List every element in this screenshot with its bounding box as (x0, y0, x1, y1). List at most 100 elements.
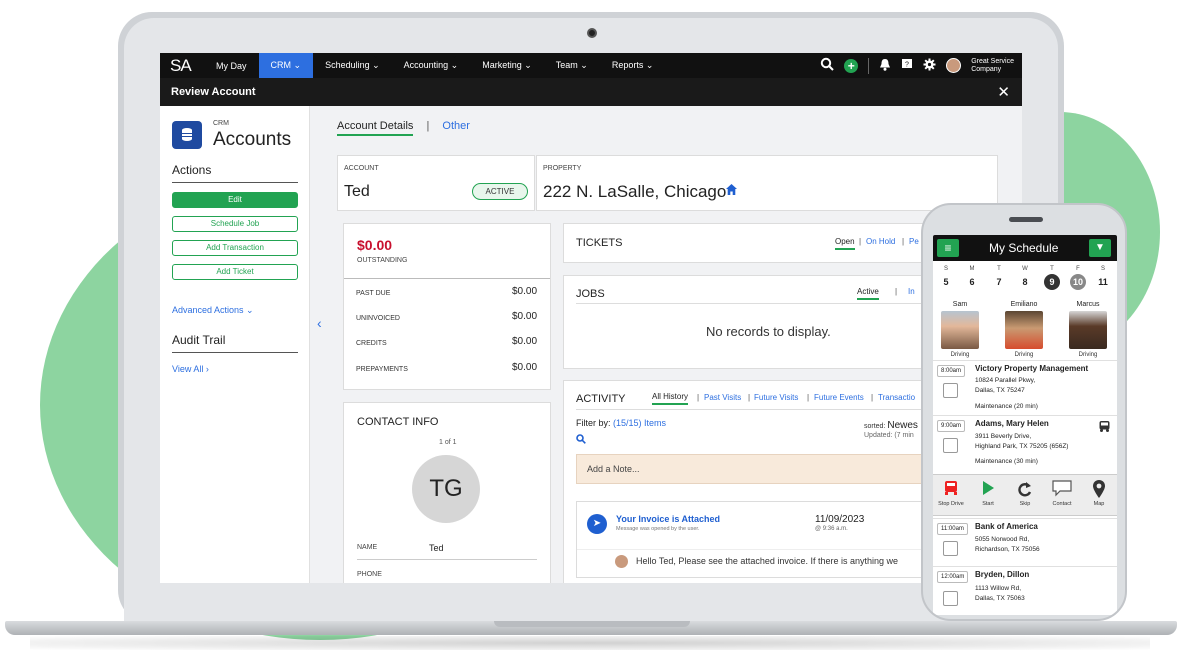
dropdown-icon[interactable]: ▼ (1089, 239, 1111, 257)
appointment-line: 10824 Parallel Pkwy, (975, 377, 1036, 384)
start-button[interactable]: Start (970, 479, 1006, 507)
name-label: NAME (357, 544, 378, 551)
tech-marcus[interactable]: Marcus Driving (1063, 301, 1113, 358)
tech-photo (1005, 311, 1043, 349)
actions-heading: Actions (172, 163, 298, 183)
add-ticket-button[interactable]: Add Ticket (172, 264, 298, 280)
map-button[interactable]: Map (1081, 479, 1117, 507)
prepayments-label: PREPAYMENTS (356, 366, 408, 373)
accounts-heading: Accounts (213, 129, 292, 150)
day-wed[interactable]: W8 (1016, 266, 1034, 290)
add-note-input[interactable]: Add a Note... (576, 454, 926, 484)
status-badge: ACTIVE (472, 183, 528, 200)
advanced-actions-link[interactable]: Advanced Actions ⌄ (172, 305, 254, 316)
appointment-checkbox[interactable] (943, 438, 958, 453)
contact-button[interactable]: Contact (1044, 479, 1080, 507)
nav-marketing[interactable]: Marketing ⌄ (470, 53, 544, 78)
appointment-line: 5055 Norwood Rd, (975, 536, 1030, 543)
tech-name: Sam (952, 301, 968, 308)
edit-button[interactable]: Edit (172, 192, 298, 208)
activity-tab-past-visits[interactable]: Past Visits (704, 393, 741, 402)
appointment-item[interactable]: 8:00am Victory Property Management 10824… (933, 360, 1117, 415)
nav-accounting[interactable]: Accounting ⌄ (392, 53, 471, 78)
day-fri[interactable]: F 10 (1069, 266, 1087, 290)
nav-right-tools: + ? Great Service Company (820, 53, 1014, 78)
tool-label: Skip (1019, 501, 1031, 507)
day-num: 7 (996, 277, 1002, 287)
help-icon[interactable]: ? (901, 58, 913, 73)
activity-tab-transactions[interactable]: Transactio (878, 393, 915, 402)
tool-label: Contact (1052, 501, 1072, 507)
jobs-tab-active[interactable]: Active (857, 287, 879, 300)
day-dow: S (943, 266, 948, 272)
activity-tab-all-history[interactable]: All History (652, 392, 689, 405)
jobs-title: JOBS (576, 288, 605, 300)
appointment-name: Victory Property Management (975, 364, 1089, 373)
filter-value[interactable]: (15/15) Items (613, 418, 666, 428)
day-sat[interactable]: S 11 (1094, 266, 1112, 290)
day-tue[interactable]: T7 (990, 266, 1008, 290)
gear-icon[interactable] (923, 58, 936, 74)
tab-account-details[interactable]: Account Details (337, 120, 414, 136)
appointment-item[interactable]: 9:00am Adams, Mary Helen 3911 Beverly Dr… (933, 415, 1117, 474)
day-dow: S (1100, 266, 1105, 272)
appointment-line: Maintenance (20 min) (975, 403, 1038, 410)
schedule-job-button[interactable]: Schedule Job (172, 216, 298, 232)
nav-my-day[interactable]: My Day (204, 53, 259, 78)
home-icon[interactable] (725, 183, 738, 201)
view-all-link[interactable]: View All › (172, 364, 209, 374)
search-icon[interactable] (820, 57, 834, 74)
account-label: ACCOUNT (344, 165, 379, 172)
search-icon[interactable] (576, 431, 586, 449)
add-icon[interactable]: + (844, 58, 859, 73)
tab-other[interactable]: Other (442, 120, 470, 132)
nav-team[interactable]: Team ⌄ (544, 53, 600, 78)
day-mon[interactable]: M6 (963, 266, 981, 290)
tech-photo (1069, 311, 1107, 349)
company-line-2: Company (971, 65, 1002, 73)
app-screen: SA My Day CRM ⌄ Scheduling ⌄ Accounting … (160, 53, 1022, 583)
day-sun[interactable]: S5 (937, 266, 955, 290)
tech-sam[interactable]: Sam Driving (935, 301, 985, 358)
tool-label: Stop Drive (938, 501, 964, 507)
tickets-tab-on-hold[interactable]: On Hold (866, 237, 895, 246)
review-account-bar: Review Account ✕ (160, 78, 1022, 106)
property-address[interactable]: 222 N. LaSalle, Chicago (543, 182, 726, 202)
menu-icon[interactable]: ≡ (937, 239, 959, 257)
appointment-checkbox[interactable] (943, 541, 958, 556)
close-icon[interactable]: ✕ (997, 83, 1010, 101)
collapse-sidebar-icon[interactable]: ‹ (317, 315, 322, 331)
nav-reports[interactable]: Reports ⌄ (600, 53, 666, 78)
activity-sep-1: | (697, 393, 700, 402)
appointment-item[interactable]: 12:00am Bryden, Dillon 1113 Willow Rd, D… (933, 566, 1117, 615)
skip-button[interactable]: Skip (1007, 479, 1043, 507)
appointment-item[interactable]: 11:00am Bank of America 5055 Norwood Rd,… (933, 518, 1117, 566)
day-thu[interactable]: T9 (1043, 266, 1061, 290)
user-avatar[interactable] (946, 58, 962, 73)
company-name[interactable]: Great Service Company (971, 58, 1014, 74)
nav-scheduling[interactable]: Scheduling ⌄ (313, 53, 392, 78)
appointment-line: 3911 Beverly Drive, (975, 433, 1032, 440)
appointment-checkbox[interactable] (943, 591, 958, 606)
nav-crm[interactable]: CRM ⌄ (258, 53, 314, 78)
sort-control[interactable]: sorted: Newes (864, 420, 918, 431)
app-logo[interactable]: SA (160, 56, 204, 76)
appointment-line: Highland Park, TX 75205 (656Z) (975, 443, 1069, 450)
stop-drive-button[interactable]: Stop Drive (933, 479, 969, 507)
appointment-line: Dallas, TX 75063 (975, 595, 1025, 602)
jobs-tab-inactive[interactable]: In (908, 287, 915, 296)
activity-tab-future-events[interactable]: Future Events (814, 393, 864, 402)
activity-item-title[interactable]: Your Invoice is Attached (616, 514, 720, 524)
camera-icon (587, 28, 597, 38)
redo-icon (1007, 479, 1043, 501)
add-transaction-button[interactable]: Add Transaction (172, 240, 298, 256)
appointment-name: Adams, Mary Helen (975, 419, 1049, 428)
appointment-checkbox[interactable] (943, 383, 958, 398)
tech-emiliano[interactable]: Emiliano Driving (999, 301, 1049, 358)
phone-screen: ≡ My Schedule ▼ S5 M6 T7 W8 T9 F 10 S 11 S… (933, 235, 1117, 615)
activity-tab-future-visits[interactable]: Future Visits (754, 393, 798, 402)
tickets-tab-open[interactable]: Open (835, 237, 855, 250)
tickets-tab-pending[interactable]: Pe (909, 237, 919, 246)
bell-icon[interactable] (879, 58, 891, 74)
jobs-sep: | (895, 287, 898, 296)
